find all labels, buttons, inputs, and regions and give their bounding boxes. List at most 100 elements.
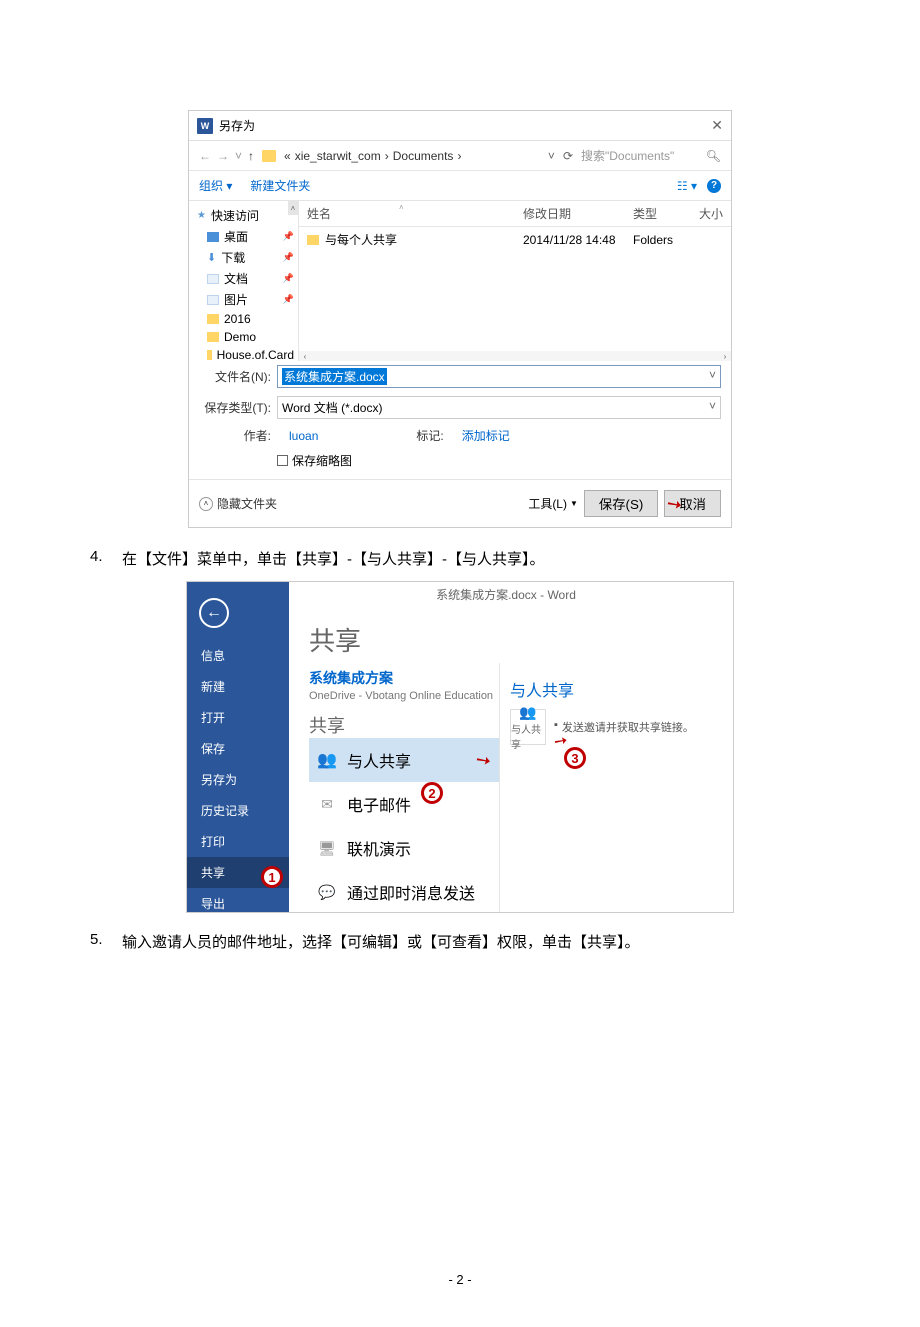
horizontal-scrollbar[interactable]: ‹ ›	[299, 351, 731, 361]
list-item[interactable]: 与每个人共享 2014/11/28 14:48 Folders	[299, 227, 731, 252]
col-date[interactable]: 修改日期	[523, 205, 633, 222]
back-button[interactable]: ←	[199, 598, 229, 628]
author-value: luoan	[289, 429, 318, 443]
share-im[interactable]: 💬 通过即时消息发送	[309, 870, 499, 913]
share-present[interactable]: 🖥 联机演示	[309, 826, 499, 870]
tree-pictures[interactable]: 图片📌	[189, 289, 298, 310]
dropdown-icon[interactable]: ˅	[548, 149, 555, 163]
tree-demo[interactable]: Demo	[189, 328, 298, 346]
scroll-up-icon[interactable]: ˄	[288, 201, 298, 215]
word-backstage: ← 信息 新建 打开 保存 另存为 历史记录 打印 共享 导出 关闭 1 系统集…	[186, 581, 734, 913]
folder-icon	[262, 150, 276, 162]
col-name[interactable]: 姓名	[307, 205, 523, 222]
step-5: 5. 输入邀请人员的邮件地址，选择【可编辑】或【可查看】权限，单击【共享】。	[90, 931, 830, 952]
up-icon[interactable]: ↑	[248, 149, 254, 163]
filename-input[interactable]: 系统集成方案.docx ˅	[277, 365, 721, 388]
pin-icon: 📌	[283, 252, 294, 263]
tree-hoc[interactable]: House.of.Card	[189, 346, 298, 361]
desktop-icon	[207, 232, 219, 242]
folder-icon	[207, 314, 219, 324]
folder-icon	[207, 332, 219, 342]
mail-icon: ✉	[317, 794, 337, 814]
back-icon[interactable]: ←	[199, 149, 211, 163]
dialog-title-bar: W 另存为 ✕	[189, 111, 731, 141]
search-input[interactable]: 搜索"Documents" 🔍︎	[581, 147, 721, 164]
search-icon: 🔍︎	[706, 149, 721, 163]
tree-quick-access[interactable]: ★快速访问	[189, 205, 298, 226]
help-icon[interactable]: ?	[707, 179, 721, 193]
chevron-down-icon[interactable]: ˅	[709, 368, 716, 385]
view-icon[interactable]: ☷ ▾	[677, 179, 697, 193]
menu-export[interactable]: 导出	[187, 888, 289, 913]
tag-label: 标记:	[416, 427, 443, 444]
menu-new[interactable]: 新建	[187, 671, 289, 702]
organize-button[interactable]: 组织 ▾	[199, 177, 232, 194]
annotation-badge-3: 3	[564, 747, 586, 769]
menu-saveas[interactable]: 另存为	[187, 764, 289, 795]
chevron-up-icon: ˄	[199, 497, 213, 511]
document-icon	[207, 274, 219, 284]
people-icon: 👥	[317, 750, 337, 770]
chevron-down-icon[interactable]: ˅	[709, 399, 716, 416]
word-icon: W	[197, 118, 213, 134]
thumbnail-label: 保存缩略图	[292, 452, 352, 469]
breadcrumb[interactable]: « xie_starwit_com › Documents ›	[284, 149, 540, 163]
sort-icon: ˄	[399, 203, 404, 212]
author-label: 作者:	[199, 427, 271, 444]
tree-documents[interactable]: 文档📌	[189, 268, 298, 289]
tag-input[interactable]: 添加标记	[462, 427, 510, 444]
folder-icon	[307, 235, 319, 245]
menu-info[interactable]: 信息	[187, 640, 289, 671]
hide-folders-button[interactable]: ˄ 隐藏文件夹	[199, 495, 277, 512]
download-icon: ⬇	[207, 251, 216, 264]
recent-icon[interactable]: ˅	[235, 149, 242, 163]
col-size[interactable]: 大小	[693, 205, 723, 222]
close-icon[interactable]: ✕	[711, 117, 723, 134]
menu-open[interactable]: 打开	[187, 702, 289, 733]
pictures-icon	[207, 295, 219, 305]
scroll-right-icon[interactable]: ›	[719, 351, 731, 361]
filetype-select[interactable]: Word 文档 (*.docx) ˅	[277, 396, 721, 419]
pin-icon: 📌	[283, 273, 294, 284]
invite-button[interactable]: 👥 与人共享	[510, 709, 546, 745]
menu-print[interactable]: 打印	[187, 826, 289, 857]
share-subheading: 共享	[309, 712, 499, 738]
star-icon: ★	[197, 210, 206, 221]
page-number: - 2 -	[90, 1272, 830, 1287]
tools-button[interactable]: 工具(L) ▼	[528, 495, 578, 512]
annotation-badge-1: 1	[261, 866, 283, 888]
menu-history[interactable]: 历史记录	[187, 795, 289, 826]
tree-2016[interactable]: 2016	[189, 310, 298, 328]
pin-icon: 📌	[283, 231, 294, 242]
thumbnail-checkbox[interactable]	[277, 455, 288, 466]
tree-panel: ˄ ★快速访问 桌面📌 ⬇下载📌 文档📌 图片📌 2016 Demo House…	[189, 201, 299, 361]
document-title: 系统集成方案.docx - Word	[289, 582, 733, 607]
invite-description: ▪ 发送邀请并获取共享链接。	[554, 719, 694, 735]
save-as-dialog: W 另存为 ✕ ← → ˅ ↑ « xie_starwit_com › Docu…	[188, 110, 732, 528]
tree-desktop[interactable]: 桌面📌	[189, 226, 298, 247]
menu-save[interactable]: 保存	[187, 733, 289, 764]
forward-icon[interactable]: →	[217, 149, 229, 163]
tree-downloads[interactable]: ⬇下载📌	[189, 247, 298, 268]
refresh-icon[interactable]: ⟳	[563, 149, 573, 163]
toolbar: 组织 ▾ 新建文件夹 ☷ ▾ ?	[189, 171, 731, 201]
list-header: ˄ 姓名 修改日期 类型 大小	[299, 201, 731, 227]
dialog-title: 另存为	[219, 117, 255, 134]
filename-label: 文件名(N):	[199, 368, 271, 385]
share-heading: 共享	[309, 621, 499, 658]
filetype-label: 保存类型(T):	[199, 399, 271, 416]
save-button[interactable]: 保存(S)	[584, 490, 658, 517]
chevron-down-icon: ▼	[570, 499, 578, 508]
col-type[interactable]: 类型	[633, 205, 693, 222]
new-folder-button[interactable]: 新建文件夹	[250, 177, 310, 194]
document-name: 系统集成方案	[309, 668, 499, 688]
file-list: ˄ 姓名 修改日期 类型 大小 与每个人共享 2014/11/28 14:48 …	[299, 201, 731, 361]
nav-bar: ← → ˅ ↑ « xie_starwit_com › Documents › …	[189, 141, 731, 171]
pin-icon: 📌	[283, 294, 294, 305]
scroll-left-icon[interactable]: ‹	[299, 351, 311, 361]
share-with-people[interactable]: 👥 与人共享 ➘	[309, 738, 499, 782]
step-4: 4. 在【文件】菜单中，单击【共享】-【与人共享】-【与人共享】。	[90, 548, 830, 569]
share-email[interactable]: ✉ 电子邮件 2	[309, 782, 499, 826]
present-icon: 🖥	[317, 838, 337, 858]
annotation-badge-2: 2	[421, 782, 443, 804]
